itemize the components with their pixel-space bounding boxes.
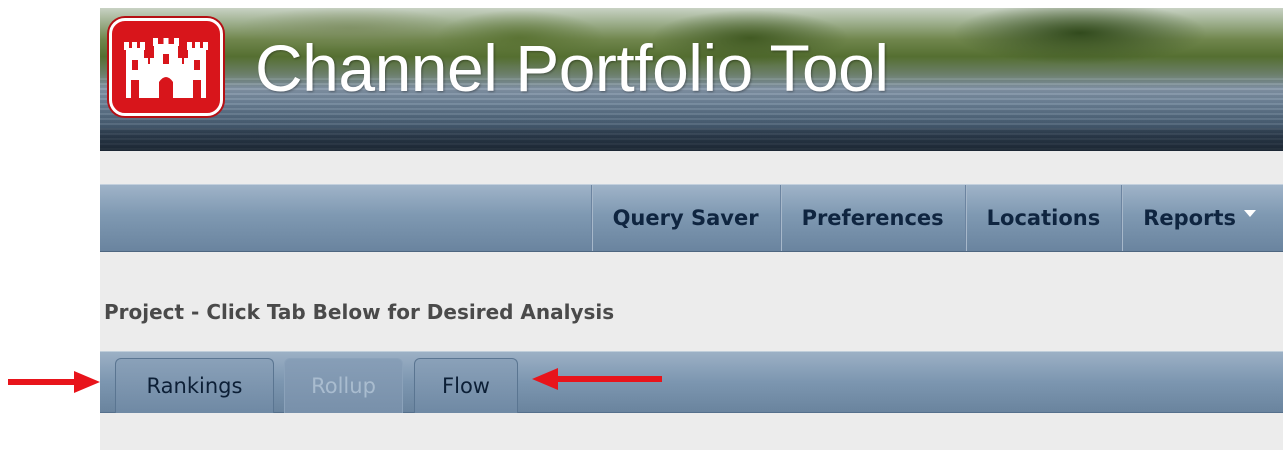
nav-item-label: Preferences (801, 206, 944, 230)
nav-item-locations[interactable]: Locations (964, 185, 1122, 251)
arrow-icon (8, 371, 100, 393)
castle-icon (124, 38, 208, 98)
nav-item-preferences[interactable]: Preferences (779, 185, 965, 251)
nav-item-query-saver[interactable]: Query Saver (590, 185, 780, 251)
nav-item-label: Reports (1143, 206, 1236, 230)
main-navbar: Query Saver Preferences Locations Report… (100, 184, 1283, 252)
arrow-icon (532, 368, 662, 390)
tab-rollup[interactable]: Rollup (284, 358, 403, 413)
nav-items: Query Saver Preferences Locations Report… (590, 185, 1277, 251)
tab-label: Rollup (311, 374, 376, 398)
tab-flow[interactable]: Flow (414, 358, 518, 413)
app-title: Channel Portfolio Tool (255, 31, 889, 105)
banner-shore (100, 128, 1283, 151)
nav-item-label: Query Saver (612, 206, 759, 230)
tab-rankings[interactable]: Rankings (115, 358, 274, 413)
tab-label: Rankings (146, 374, 243, 398)
nav-item-reports[interactable]: Reports (1121, 185, 1277, 251)
analysis-tab-bar: Rankings Rollup Flow (100, 351, 1283, 413)
castle-logo (109, 18, 223, 116)
nav-item-label: Locations (986, 206, 1101, 230)
header-banner: Channel Portfolio Tool (100, 8, 1283, 151)
tab-label: Flow (442, 374, 490, 398)
project-heading: Project - Click Tab Below for Desired An… (104, 300, 615, 324)
caret-down-icon (1244, 209, 1256, 217)
